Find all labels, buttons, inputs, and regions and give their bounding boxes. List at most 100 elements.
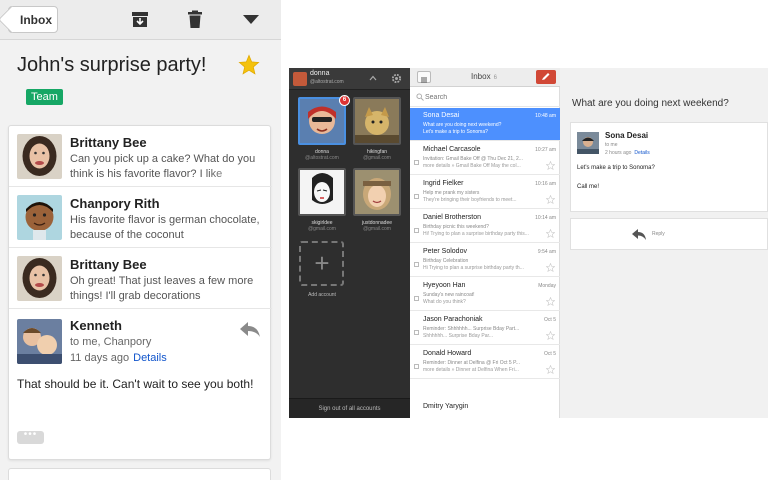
row-checkbox[interactable] <box>414 194 419 199</box>
message-time: 11 days ago <box>70 352 130 364</box>
row-snippet: Shhhhhh... Surprise Bday Par... <box>423 333 494 339</box>
star-icon[interactable] <box>546 229 555 238</box>
recipients-line: to me, Chanpory <box>70 336 152 348</box>
gear-icon[interactable] <box>391 73 402 84</box>
row-time: 9:54 am <box>537 249 556 255</box>
details-link[interactable]: Details <box>133 352 167 364</box>
row-time: 10:16 am <box>535 181 556 187</box>
account-tile-donna[interactable] <box>298 97 346 145</box>
account-header[interactable]: donna @altostrat.com <box>289 68 410 90</box>
row-checkbox[interactable] <box>414 228 419 233</box>
star-icon[interactable] <box>238 54 260 76</box>
row-subject: Birthday Celebration <box>423 258 469 264</box>
dropdown-icon[interactable] <box>241 9 261 29</box>
trash-icon[interactable] <box>185 9 205 29</box>
plus-icon: + <box>314 248 330 278</box>
avatar <box>17 319 62 364</box>
reading-time-line: 2 hours ago Details <box>605 150 650 156</box>
list-item[interactable]: Donald Howard Oct 5 Reminder: Dinner at … <box>410 346 560 379</box>
search-icon <box>416 93 424 101</box>
pencil-icon <box>542 73 550 80</box>
star-icon[interactable] <box>546 331 555 340</box>
account-label: justdonnadee @gmail.com <box>350 220 404 232</box>
row-time: 10:27 am <box>535 147 556 153</box>
star-icon[interactable] <box>546 195 555 204</box>
sign-out-button[interactable]: Sign out of all accounts <box>289 398 410 418</box>
list-item[interactable]: Hyeyoon Han Monday Sunday's new raincoat… <box>410 278 560 311</box>
next-card <box>8 468 271 480</box>
account-label-email: @gmail.com <box>363 226 391 232</box>
avatar <box>17 256 62 301</box>
message-sender: Kenneth <box>70 318 122 333</box>
tablet-screen: donna @altostrat.com 6 donna @altostrat.c… <box>289 68 768 418</box>
inbox-title-text: Inbox <box>471 72 491 81</box>
account-label: skigirldee @gmail.com <box>295 220 349 232</box>
message-item[interactable]: Brittany Bee Can you pick up a cake? Wha… <box>9 126 272 187</box>
row-sender: Sona Desai <box>423 112 460 119</box>
avatar <box>577 132 599 154</box>
row-snippet: They're bringing their boyfriends to mee… <box>423 197 517 203</box>
show-quoted-button[interactable]: ••• <box>17 430 44 444</box>
account-label: hikingfan @gmail.com <box>350 149 404 161</box>
reading-pane: What are you doing next weekend? Sona De… <box>560 68 768 418</box>
menu-icon <box>421 77 427 83</box>
row-checkbox[interactable] <box>414 364 419 369</box>
team-label[interactable]: Team <box>26 89 63 105</box>
reply-icon[interactable] <box>239 321 261 339</box>
reply-button[interactable]: Reply <box>570 218 768 250</box>
row-checkbox[interactable] <box>414 262 419 267</box>
account-label-email: @gmail.com <box>308 226 336 232</box>
row-checkbox[interactable] <box>414 296 419 301</box>
reply-label: Reply <box>652 231 665 237</box>
row-subject: Reminder: Dinner at Delfina @ Fri Oct 5 … <box>423 360 520 366</box>
row-subject: Sunday's new raincoat! <box>423 292 475 298</box>
account-label: donna @altostrat.com <box>295 149 349 161</box>
row-subject: Invitation: Gmail Bake Off @ Thu Dec 21,… <box>423 156 523 162</box>
message-sender: Brittany Bee <box>70 257 147 272</box>
row-sender: Daniel Brotherston <box>423 214 481 221</box>
list-item[interactable]: Ingrid Fielker 10:16 am Help me prank my… <box>410 176 560 209</box>
star-icon[interactable] <box>546 297 555 306</box>
list-item[interactable]: Jason Parachoniak Oct 5 Reminder: Shhhhh… <box>410 312 560 345</box>
message-snippet: Oh great! That just leaves a few more th… <box>70 274 266 304</box>
message-item[interactable]: Brittany Bee Oh great! That just leaves … <box>9 248 272 309</box>
chevron-up-icon[interactable] <box>369 75 377 81</box>
inbox-back-label: Inbox <box>20 12 52 27</box>
row-checkbox[interactable] <box>414 330 419 335</box>
message-item[interactable]: Chanpory Rith His favorite flavor is ger… <box>9 187 272 248</box>
row-checkbox[interactable] <box>414 160 419 165</box>
star-icon[interactable] <box>546 263 555 272</box>
row-time: Oct 5 <box>544 351 556 357</box>
account-tile-justdonnadee[interactable] <box>353 168 401 216</box>
add-account-button[interactable]: + <box>299 241 344 286</box>
list-item[interactable]: Sona Desai 10:48 am What are you doing n… <box>410 108 560 141</box>
account-email: @altostrat.com <box>310 79 344 85</box>
message-sender: Chanpory Rith <box>70 196 160 211</box>
compose-button[interactable] <box>536 70 556 84</box>
list-item[interactable]: Daniel Brotherston 10:14 am Birthday pic… <box>410 210 560 243</box>
search-row <box>410 87 560 107</box>
account-name: donna <box>310 70 330 77</box>
account-label-email: @altostrat.com <box>305 155 339 161</box>
inbox-back-button[interactable]: Inbox <box>8 6 58 33</box>
star-icon[interactable] <box>546 161 555 170</box>
list-item[interactable]: Dmitry Yarygin <box>410 380 560 418</box>
list-item[interactable]: Michael Carcasole 10:27 am Invitation: G… <box>410 142 560 175</box>
phone-screen: Inbox John's surprise party! Team Britta… <box>0 0 281 480</box>
reading-recipients: to me <box>605 142 618 148</box>
reading-body-line: Call me! <box>577 184 600 190</box>
row-snippet: more details » Gmail Bake Off May the co… <box>423 163 521 169</box>
details-link[interactable]: Details <box>634 150 649 156</box>
message-snippet: Can you pick up a cake? What do you thin… <box>70 152 266 182</box>
expanded-message: Kenneth to me, Chanpory 11 days ago Detai… <box>9 309 272 461</box>
search-input[interactable] <box>425 92 545 102</box>
account-tile-hikingfan[interactable] <box>353 97 401 145</box>
account-tile-skigirldee[interactable] <box>298 168 346 216</box>
star-icon[interactable] <box>546 365 555 374</box>
row-sender: Dmitry Yarygin <box>423 403 469 410</box>
archive-icon[interactable] <box>130 9 150 29</box>
list-item[interactable]: Peter Solodov 9:54 am Birthday Celebrati… <box>410 244 560 277</box>
reading-time: 2 hours ago <box>605 150 632 156</box>
message-body: That should be it. Can't wait to see you… <box>17 377 254 391</box>
menu-button[interactable] <box>417 71 431 83</box>
